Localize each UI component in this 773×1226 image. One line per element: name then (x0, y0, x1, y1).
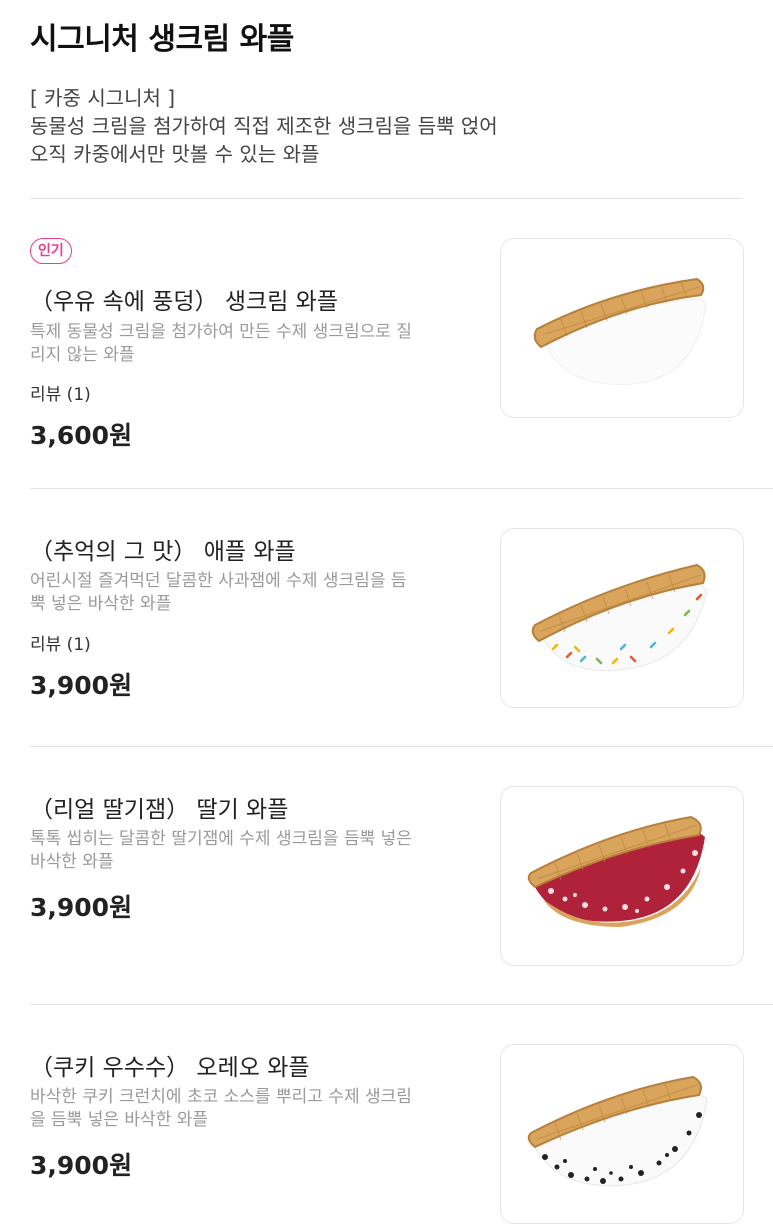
item-divider (30, 746, 773, 747)
item-divider (30, 488, 773, 489)
intro-text: [ 카중 시그니처 ] 동물성 크림을 첨가하여 직접 제조한 생크림을 듬뿍 … (30, 84, 730, 168)
item-description: 특제 동물성 크림을 첨가하여 만든 수제 생크림으로 질 리지 않는 와플 (30, 321, 470, 367)
item-price: 3,900원 (30, 671, 133, 700)
item-price: 3,900원 (30, 1151, 133, 1180)
item-description-line: 바삭한 와플 (30, 852, 114, 872)
item-price: 3,600원 (30, 421, 133, 450)
item-description-line: 특제 동물성 크림을 첨가하여 만든 수제 생크림으로 질 (30, 322, 412, 342)
section-divider (30, 198, 742, 199)
item-name: （리얼 딸기잼） 딸기 와플 (30, 797, 289, 823)
strawberry-waffle-image (527, 815, 705, 927)
intro-line: [ 카중 시그니처 ] (30, 86, 176, 110)
popular-badge: 인기 (30, 238, 72, 264)
intro-line: 오직 카중에서만 맛볼 수 있는 와플 (30, 142, 320, 166)
item-description-line: 바삭한 쿠키 크런치에 초코 소스를 뿌리고 수제 생크림 (30, 1087, 412, 1107)
item-description: 톡톡 씹히는 달콤한 딸기잼에 수제 생크림을 듬뿍 넣은 바삭한 와플 (30, 828, 470, 874)
item-description-line: 을 듬뿍 넣은 바삭한 와플 (30, 1110, 209, 1130)
item-description-line: 톡톡 씹히는 달콤한 딸기잼에 수제 생크림을 듬뿍 넣은 (30, 829, 412, 849)
item-image[interactable] (500, 786, 744, 966)
item-description-line: 리지 않는 와플 (30, 345, 135, 365)
item-name: （추억의 그 맛） 애플 와플 (30, 539, 296, 565)
oreo-waffle-image (527, 1075, 708, 1187)
item-description: 어린시절 즐겨먹던 달콤한 사과잼에 수제 생크림을 듬 뿍 넣은 바삭한 와플 (30, 570, 470, 616)
item-price: 3,900원 (30, 893, 133, 922)
item-image[interactable] (500, 238, 744, 418)
item-name: （우유 속에 풍덩） 생크림 와플 (30, 289, 339, 315)
item-description-line: 어린시절 즐겨먹던 달콤한 사과잼에 수제 생크림을 듬 (30, 571, 407, 591)
item-review-count[interactable]: 리뷰 (1) (30, 380, 91, 405)
cream-waffle-image (533, 277, 707, 385)
item-image[interactable] (500, 528, 744, 708)
item-image[interactable] (500, 1044, 744, 1224)
apple-waffle-image (531, 563, 708, 672)
item-divider (30, 1004, 773, 1005)
item-description-line: 뿍 넣은 바삭한 와플 (30, 594, 172, 614)
intro-line: 동물성 크림을 첨가하여 직접 제조한 생크림을 듬뿍 얹어 (30, 114, 498, 138)
item-name: （쿠키 우수수） 오레오 와플 (30, 1055, 310, 1081)
item-description: 바삭한 쿠키 크런치에 초코 소스를 뿌리고 수제 생크림 을 듬뿍 넣은 바삭… (30, 1086, 470, 1132)
item-review-count[interactable]: 리뷰 (1) (30, 630, 91, 655)
page-title: 시그니처 생크림 와플 (30, 22, 294, 57)
